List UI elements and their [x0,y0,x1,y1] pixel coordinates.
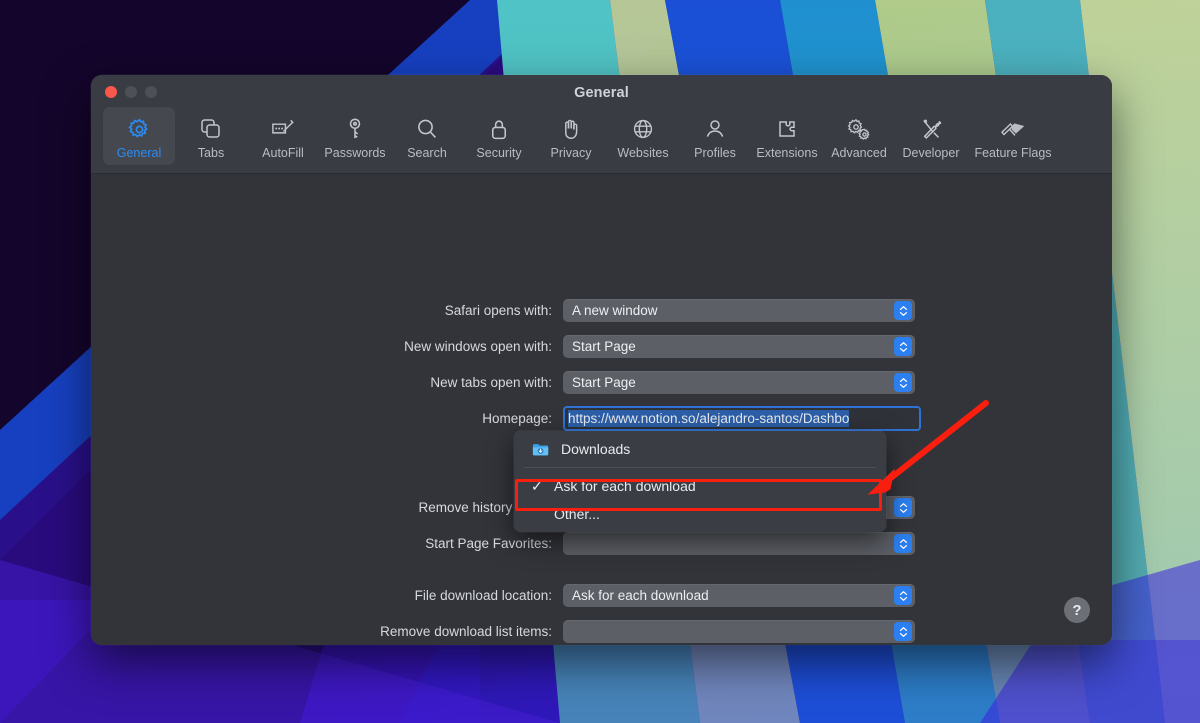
select-value: Start Page [572,339,636,354]
tabs-icon [199,114,223,144]
chevron-updown-icon [894,622,912,641]
settings-content: Safari opens with: A new window New wind… [91,174,1112,645]
toolbar-label: Feature Flags [974,146,1052,160]
toolbar-item-security[interactable]: Security [463,107,535,165]
annotation-highlight-box [515,479,882,511]
toolbar-label: Search [407,146,447,160]
row-remove-download-list-items: Remove download list items: [91,620,1112,643]
search-icon [415,114,439,144]
toolbar-item-profiles[interactable]: Profiles [679,107,751,165]
label-file-download-location: File download location: [414,588,552,603]
label-homepage: Homepage: [482,411,552,426]
chevron-updown-icon [894,301,912,320]
select-value: Start Page [572,375,636,390]
person-icon [703,114,727,144]
row-new-tabs-open-with: New tabs open with: Start Page [91,371,1112,394]
row-file-download-location: File download location: Ask for each dow… [91,584,1112,607]
toolbar-item-autofill[interactable]: AutoFill [247,107,319,165]
toolbar-label: Tabs [197,146,225,160]
row-homepage: Homepage: https://www.notion.so/alejandr… [91,406,1112,431]
row-start-page-favorites: Start Page Favorites: [91,532,1112,555]
downloads-folder-icon [532,443,549,455]
hand-icon [560,114,582,144]
window-title: General [574,85,629,101]
toolbar-label: Developer [902,146,960,160]
gears-icon [846,114,872,144]
safari-opens-with-select[interactable]: A new window [563,299,915,322]
file-download-location-select[interactable]: Ask for each download [563,584,915,607]
toolbar-item-advanced[interactable]: Advanced [823,107,895,165]
toolbar-label: Privacy [550,146,592,160]
toolbar-label: Extensions [756,146,818,160]
label-start-page-favorites: Start Page Favorites: [425,536,552,551]
puzzle-icon [775,114,799,144]
chevron-updown-icon [894,498,912,517]
toolbar-item-developer[interactable]: Developer [895,107,967,165]
select-value: A new window [572,303,658,318]
flags-icon [999,114,1027,144]
toolbar-label: Passwords [324,146,386,160]
toolbar-label: AutoFill [262,146,304,160]
row-safari-opens-with: Safari opens with: A new window [91,299,1112,322]
label-safari-opens-with: Safari opens with: [444,303,552,318]
chevron-updown-icon [894,534,912,553]
toolbar-item-feature-flags[interactable]: Feature Flags [967,107,1059,165]
label-remove-history-items: Remove history items: [418,500,552,515]
menu-separator [524,467,876,468]
row-new-windows-open-with: New windows open with: Start Page [91,335,1112,358]
lock-icon [488,114,510,144]
label-remove-download-list-items: Remove download list items: [380,624,552,639]
menu-item-label: Downloads [561,441,631,457]
homepage-value: https://www.notion.so/alejandro-santos/D… [568,410,850,427]
toolbar-item-privacy[interactable]: Privacy [535,107,607,165]
globe-icon [631,114,655,144]
gear-icon [127,114,152,144]
select-value: Ask for each download [572,588,709,603]
toolbar-item-tabs[interactable]: Tabs [175,107,247,165]
new-tabs-open-with-select[interactable]: Start Page [563,371,915,394]
label-new-tabs-open-with: New tabs open with: [430,375,552,390]
toolbar-item-search[interactable]: Search [391,107,463,165]
toolbar-label: Advanced [831,146,887,160]
toolbar-item-general[interactable]: General [103,107,175,165]
start-page-favorites-select[interactable] [563,532,915,555]
menu-item-downloads[interactable]: Downloads [514,435,886,463]
tools-icon [919,114,944,144]
toolbar-label: General [116,146,162,160]
toolbar-label: Websites [617,146,669,160]
help-button[interactable]: ? [1064,597,1090,623]
key-icon [344,114,366,144]
window-titlebar: General General Tabs AutoFill Passwords … [91,75,1112,174]
safari-settings-window: General General Tabs AutoFill Passwords … [91,75,1112,645]
toolbar-item-extensions[interactable]: Extensions [751,107,823,165]
homepage-input[interactable]: https://www.notion.so/alejandro-santos/D… [563,406,921,431]
label-new-windows-open-with: New windows open with: [404,339,552,354]
chevron-updown-icon [894,586,912,605]
toolbar-label: Security [476,146,522,160]
toolbar-label: Profiles [694,146,736,160]
toolbar-item-websites[interactable]: Websites [607,107,679,165]
chevron-updown-icon [894,373,912,392]
remove-download-list-items-select[interactable] [563,620,915,643]
chevron-updown-icon [894,337,912,356]
settings-toolbar: General Tabs AutoFill Passwords Search S… [91,107,1112,165]
toolbar-item-passwords[interactable]: Passwords [319,107,391,165]
new-windows-open-with-select[interactable]: Start Page [563,335,915,358]
autofill-icon [270,114,297,144]
